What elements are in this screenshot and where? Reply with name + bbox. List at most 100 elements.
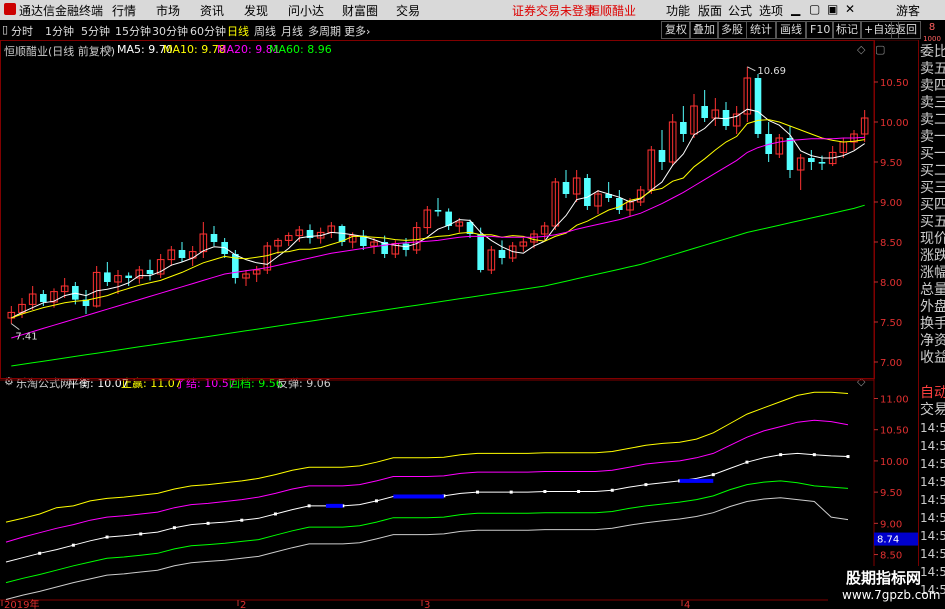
- quote-row-label: 总量: [920, 282, 945, 298]
- ma-line-MA20: [11, 136, 865, 339]
- trade-time: 14:56: [920, 421, 945, 435]
- period-tab-5min[interactable]: 5分钟: [81, 23, 110, 39]
- num-badge: 8 1000: [920, 22, 944, 45]
- quote-row-label: 买一: [920, 146, 945, 162]
- balance-dot: [139, 532, 143, 536]
- menu-market[interactable]: 市场: [156, 2, 180, 19]
- menu-function[interactable]: 功能: [666, 2, 690, 19]
- overlay-button[interactable]: 叠加: [689, 21, 719, 39]
- blue-segment: [679, 478, 714, 483]
- candle-body: [754, 78, 762, 134]
- menu-options[interactable]: 选项: [759, 2, 783, 19]
- trade-time: 14:56: [920, 475, 945, 489]
- menu-news[interactable]: 资讯: [200, 2, 224, 19]
- quote-row-label: 买四: [920, 197, 945, 213]
- num-badge-value: 8: [928, 22, 936, 33]
- menu-ask[interactable]: 问小达: [288, 2, 324, 19]
- period-tab-daily[interactable]: 日线: [227, 23, 249, 39]
- candle-body: [178, 250, 186, 258]
- back-button[interactable]: 返回: [891, 21, 921, 39]
- blue-segment: [325, 503, 343, 508]
- menu-formula[interactable]: 公式: [728, 2, 752, 19]
- num-badge-sub: 1000: [923, 35, 941, 43]
- balance-dot: [644, 483, 648, 487]
- menu-bar: 通达信金融终端 行情 市场 资讯 发现 问小达 财富圈 交易 证券交易未登录 恒…: [0, 0, 945, 21]
- trade-time: 14:56: [920, 511, 945, 525]
- x-tick-label: 3: [424, 600, 430, 609]
- candle-body: [658, 150, 666, 162]
- period-tab-30min[interactable]: 30分钟: [152, 23, 188, 39]
- chevron-right-icon: ›: [366, 25, 371, 38]
- quote-row-label: 卖五: [920, 61, 945, 77]
- login-status[interactable]: 证券交易未登录: [512, 2, 596, 19]
- balance-dot: [812, 453, 816, 457]
- layout-icon[interactable]: ▣: [827, 2, 838, 16]
- period-tab-monthly[interactable]: 月线: [281, 23, 303, 39]
- indicator-line-了结: [5, 419, 849, 543]
- y-tick-label: 10.00: [880, 118, 909, 129]
- quote-row-label: 卖三: [920, 95, 945, 111]
- candle-body: [498, 250, 506, 258]
- x-tick-label: 2019年: [4, 598, 39, 609]
- layout-toggle-icon[interactable]: ▯: [2, 23, 8, 36]
- balance-dot: [240, 518, 244, 522]
- period-tab-1min[interactable]: 1分钟: [45, 23, 74, 39]
- tab-auto[interactable]: 自动: [920, 385, 945, 402]
- trade-time: 14:56: [920, 565, 945, 579]
- guest-user[interactable]: 游客: [896, 2, 920, 19]
- stats-button[interactable]: 统计: [746, 21, 776, 39]
- menu-quotes[interactable]: 行情: [112, 2, 136, 19]
- y-axis-labels: 10.50 10.00 9.50 9.00 8.50 8.00 7.50 7.00 11.00 1…: [874, 78, 909, 593]
- balance-dot: [476, 490, 480, 494]
- y-tick-label: 10.00: [880, 457, 909, 468]
- indicator-line-平衡: [5, 452, 849, 563]
- candle-body: [146, 270, 154, 274]
- y-tick-label: 9.00: [880, 519, 902, 530]
- period-tab-more[interactable]: 更多›: [344, 23, 370, 39]
- quote-row-label: 净资: [920, 333, 945, 349]
- trade-time: 14:56: [920, 547, 945, 561]
- quote-row-label: 买三: [920, 180, 945, 196]
- candle-body: [786, 138, 794, 170]
- candle-body: [125, 275, 132, 278]
- balance-dot: [779, 453, 783, 457]
- chart-area[interactable]: 10.50 10.00 9.50 9.00 8.50 8.00 7.50 7.00 11.00 1…: [0, 40, 918, 609]
- candle-body: [40, 294, 47, 302]
- balance-dot: [543, 489, 547, 493]
- fuquan-button[interactable]: 复权: [661, 21, 691, 39]
- tab-trade[interactable]: 交易: [920, 402, 945, 419]
- period-tab-weekly[interactable]: 周线: [254, 23, 276, 39]
- close-window-icon[interactable]: ✕: [845, 2, 855, 16]
- y-tick-label: 9.50: [880, 488, 902, 499]
- period-tab-intraday[interactable]: 分时: [11, 23, 33, 39]
- period-tab-multi[interactable]: 多周期: [308, 23, 341, 39]
- menu-wealth[interactable]: 财富圈: [342, 2, 378, 19]
- period-tab-60min[interactable]: 60分钟: [190, 23, 226, 39]
- menu-trade[interactable]: 交易: [396, 2, 420, 19]
- menu-layout[interactable]: 版面: [698, 2, 722, 19]
- minimize-icon[interactable]: ▁: [791, 2, 800, 16]
- balance-dot: [374, 499, 378, 503]
- trade-time: 14:56: [920, 439, 945, 453]
- quote-row-label: 外盘: [920, 299, 945, 315]
- candle-body: [477, 234, 484, 270]
- draw-line-button[interactable]: 画线: [776, 21, 806, 39]
- menu-discover[interactable]: 发现: [244, 2, 268, 19]
- ma-line-MA10: [11, 119, 865, 319]
- quote-row-label: 买五: [920, 214, 945, 230]
- quote-row-label: 卖二: [920, 112, 945, 128]
- app-title: 通达信金融终端: [19, 4, 104, 18]
- multi-stock-button[interactable]: 多股: [717, 21, 747, 39]
- settings-icon[interactable]: ▢: [809, 2, 820, 16]
- mark-button[interactable]: 标记: [832, 21, 862, 39]
- period-tab-15min[interactable]: 15分钟: [115, 23, 151, 39]
- x-tick-label: 2: [240, 600, 246, 609]
- quote-row-label: 买二: [920, 163, 945, 179]
- balance-dot: [105, 535, 109, 539]
- low-pointer: [11, 323, 20, 331]
- y-tick-label: 7.50: [880, 318, 902, 329]
- watermark-url: www.7gpzb.com: [842, 588, 941, 602]
- f10-button[interactable]: F10: [806, 21, 835, 39]
- stock-name-title: 恒顺醋业: [588, 4, 637, 18]
- grid: [0, 40, 875, 609]
